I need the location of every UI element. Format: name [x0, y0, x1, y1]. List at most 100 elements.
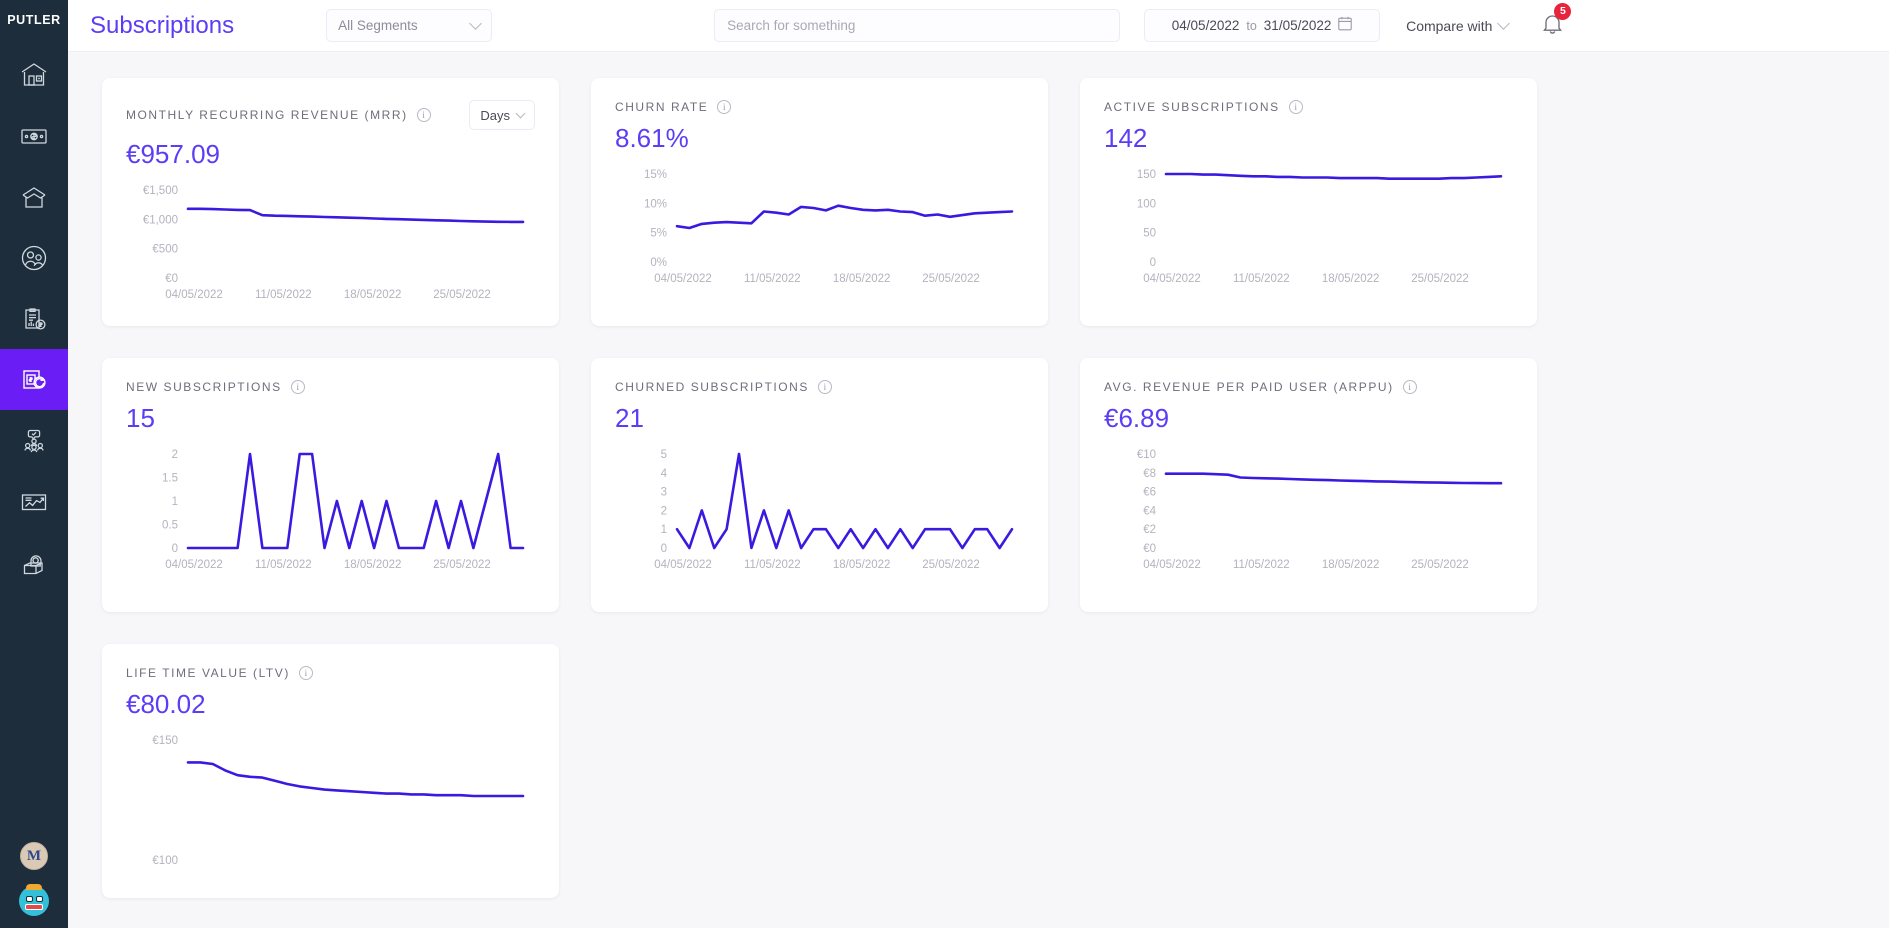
x-axis-tick: 18/05/2022 — [833, 273, 891, 285]
sidebar-item-insights[interactable] — [0, 532, 68, 593]
time-unit-dropdown[interactable]: Days — [469, 100, 535, 130]
sidebar-item-transactions[interactable] — [0, 288, 68, 349]
insights-brain-icon — [19, 548, 49, 578]
chart-new-subscriptions: 2 1.5 1 0.5 0 04/05/2022 11/05/2022 18/05/2022 2… — [126, 448, 535, 578]
x-axis-tick: 04/05/2022 — [165, 559, 223, 571]
y-axis-tick: 2 — [661, 505, 667, 517]
metric-card-churn-rate: CHURN RATE i 8.61% 15% 10% 5% 0% 04/05/2022 1… — [591, 78, 1048, 326]
y-axis-tick: €2 — [1143, 524, 1156, 536]
info-icon[interactable]: i — [290, 380, 305, 394]
x-axis-tick: 04/05/2022 — [654, 273, 712, 285]
metric-value: €80.02 — [126, 689, 206, 719]
x-axis-tick: 11/05/2022 — [1233, 273, 1290, 285]
x-axis-tick: 25/05/2022 — [1411, 559, 1469, 571]
avatar[interactable]: M — [20, 842, 48, 870]
sidebar-item-sales[interactable] — [0, 105, 68, 166]
main-area: Subscriptions All Segments 04/05/2022 to… — [68, 0, 1889, 928]
chart-churned-subscriptions: 5 4 3 2 1 0 04/05/2022 11/05/2022 18/05/2022 25/0… — [615, 448, 1024, 578]
chart-arppu: €10 €8 €6 €4 €2 €0 04/05/2022 11/05/2022 18/05/2… — [1104, 448, 1513, 578]
sidebar-item-customers[interactable] — [0, 227, 68, 288]
chevron-down-icon — [1497, 17, 1511, 30]
sidebar-item-products[interactable] — [0, 166, 68, 227]
y-axis-tick: 0 — [1150, 257, 1156, 269]
metric-card-ltv: LIFE TIME VALUE (LTV) i €80.02 €150 €100 — [102, 644, 559, 898]
search-input[interactable] — [727, 18, 1108, 33]
y-axis-tick: €500 — [152, 244, 178, 256]
y-axis-tick: 10% — [644, 198, 667, 210]
chart-line-series — [1164, 172, 1503, 180]
metric-card-mrr: MONTHLY RECURRING REVENUE (MRR) i Days €… — [102, 78, 559, 326]
info-icon[interactable]: i — [1288, 100, 1303, 114]
sidebar-item-subscriptions[interactable] — [0, 349, 68, 410]
info-icon[interactable]: i — [717, 100, 732, 114]
sidebar-item-home[interactable] — [0, 44, 68, 105]
x-axis-tick: 25/05/2022 — [433, 559, 491, 571]
x-axis-tick: 11/05/2022 — [744, 273, 801, 285]
date-range-picker[interactable]: 04/05/2022 to 31/05/2022 — [1144, 9, 1381, 42]
top-bar: Subscriptions All Segments 04/05/2022 to… — [68, 0, 1889, 52]
chart-ltv: €150 €100 — [126, 734, 535, 867]
search-box[interactable] — [714, 9, 1121, 42]
card-title: LIFE TIME VALUE (LTV) — [126, 666, 290, 680]
time-unit-label: Days — [480, 107, 510, 123]
card-header: LIFE TIME VALUE (LTV) i — [126, 666, 535, 680]
x-axis-tick: 11/05/2022 — [255, 559, 312, 571]
emoji-hair — [26, 884, 42, 890]
emoji-mouth — [25, 904, 43, 910]
invoice-dollar-icon — [19, 304, 49, 334]
x-axis-tick: 04/05/2022 — [654, 559, 712, 571]
audience-check-icon — [19, 426, 49, 456]
emoji-eyes — [25, 896, 43, 902]
notification-badge: 5 — [1554, 2, 1572, 20]
card-header: AVG. REVENUE PER PAID USER (ARPPU) i — [1104, 380, 1513, 394]
sidebar-item-audience[interactable] — [0, 410, 68, 471]
y-axis-tick: 15% — [644, 169, 667, 181]
y-axis-tick: 1.5 — [162, 473, 178, 485]
y-axis-tick: 3 — [661, 487, 667, 499]
sidebar-item-reports[interactable] — [0, 471, 68, 532]
banknote-icon — [19, 121, 49, 151]
card-title: NEW SUBSCRIPTIONS — [126, 380, 282, 394]
x-axis-tick: 18/05/2022 — [344, 289, 402, 301]
open-box-icon — [19, 182, 49, 212]
info-icon[interactable]: i — [416, 108, 431, 122]
x-axis-tick: 04/05/2022 — [1143, 559, 1201, 571]
y-axis-tick: €0 — [165, 273, 178, 285]
y-axis-tick: 2 — [172, 449, 178, 461]
y-axis-tick: €0 — [1143, 543, 1156, 555]
feedback-emoji-icon[interactable] — [19, 884, 49, 916]
y-axis-tick: 0 — [172, 543, 178, 555]
compare-with-label: Compare with — [1406, 17, 1493, 34]
notifications-button[interactable]: 5 — [1542, 2, 1572, 40]
date-range-end: 31/05/2022 — [1263, 18, 1332, 33]
chevron-down-icon — [469, 17, 482, 30]
info-icon[interactable]: i — [298, 666, 313, 680]
customers-icon — [19, 243, 49, 273]
date-range-separator: to — [1246, 18, 1257, 33]
chart-line-series — [675, 204, 1014, 230]
x-axis-tick: 18/05/2022 — [1322, 273, 1380, 285]
calendar-icon — [1338, 16, 1353, 36]
card-header: CHURN RATE i — [615, 100, 1024, 114]
compare-with-dropdown[interactable]: Compare with — [1406, 17, 1511, 34]
info-icon[interactable]: i — [1402, 380, 1417, 394]
metric-card-new-subscriptions: NEW SUBSCRIPTIONS i 15 2 1.5 1 0.5 0 04/05/20… — [102, 358, 559, 612]
y-axis-tick: 5% — [650, 228, 667, 240]
x-axis-tick: 04/05/2022 — [1143, 273, 1201, 285]
chart-line-series — [1164, 472, 1503, 485]
y-axis-tick: 50 — [1143, 228, 1156, 240]
y-axis-tick: €8 — [1143, 468, 1156, 480]
chart-line-series — [675, 452, 1014, 550]
card-header: MONTHLY RECURRING REVENUE (MRR) i Days — [126, 100, 535, 130]
chart-mrr: €1,500 €1,000 €500 €0 04/05/2022 11/05/2022 18… — [126, 184, 535, 308]
chart-active-subscriptions: 150 100 50 0 04/05/2022 11/05/2022 18/05/2022 2… — [1104, 168, 1513, 292]
y-axis-tick: 5 — [661, 449, 667, 461]
x-axis-tick: 18/05/2022 — [1322, 559, 1380, 571]
x-axis-tick: 25/05/2022 — [433, 289, 491, 301]
page-title: Subscriptions — [90, 11, 235, 39]
card-header: NEW SUBSCRIPTIONS i — [126, 380, 535, 394]
info-icon[interactable]: i — [817, 380, 832, 394]
segment-filter-dropdown[interactable]: All Segments — [326, 9, 493, 42]
app-root: PUTLER M Subscriptions All Segments Sear… — [0, 0, 1889, 928]
y-axis-tick: €100 — [152, 855, 178, 867]
